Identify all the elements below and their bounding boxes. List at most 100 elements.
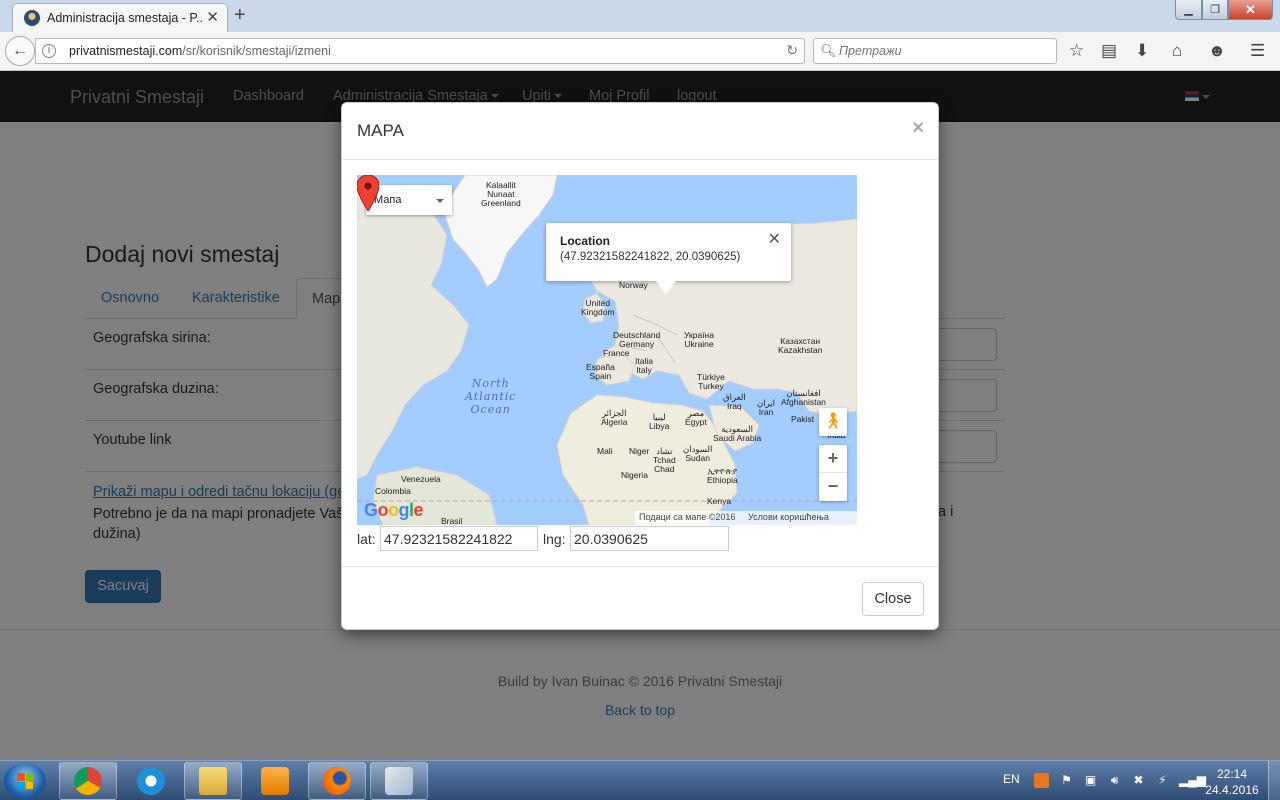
taskbar-media-player[interactable] [246,762,304,800]
map-label-ukraine: Україна Ukraine [684,330,714,349]
search-icon: 🔍︎ [820,43,837,58]
volume-icon[interactable]: 🔊︎ [1107,773,1122,788]
tab-close-icon[interactable]: ✕ [206,8,219,26]
windows-logo-icon [17,773,33,789]
map-info-window: Location (47.92321582241822, 20.0390625)… [546,223,791,295]
downloads-icon[interactable]: ⬇ [1135,41,1149,61]
windows-taskbar: EN ⚑ ▣ 🔊︎ ✖ ⚡︎ ▂▄▆ 22:14 24.4.2016 [0,760,1280,800]
tray-power-icon[interactable]: ⚡︎ [1155,773,1170,788]
back-arrow-icon[interactable]: ← [5,36,35,66]
taskbar-firefox[interactable] [308,762,366,800]
map-label-italy: Italia Italy [635,356,653,375]
browser-search[interactable]: 🔍︎ [813,38,1057,64]
modal-title: MAPA [357,121,404,140]
info-icon[interactable]: i [42,44,56,58]
tab-title: Administracija smestaja - P... [47,11,202,25]
language-indicator[interactable]: EN [1003,772,1020,786]
site-favicon-icon [24,10,40,26]
window-maximize-button[interactable]: ❐ [1202,0,1228,20]
info-window-coords: (47.92321582241822, 20.0390625) [560,251,741,263]
modal-header: MAPA × [342,103,938,160]
menu-hamburger-icon[interactable]: ☰ [1250,41,1265,61]
taskbar-ie[interactable] [122,762,180,800]
zoom-in-button[interactable]: + [819,445,847,473]
clock-time: 22:14 [1216,767,1248,781]
url-text: privatnismestaji.com/sr/korisnik/smestaj… [69,44,331,58]
media-player-icon [261,767,289,795]
reading-list-icon[interactable]: ▤ [1101,41,1117,61]
lng-input[interactable] [570,526,729,551]
map-label-algeria: الجزائر Algeria [601,408,628,427]
map-label-ocean: North Atlantic Ocean [465,377,517,416]
paint-icon [385,767,413,795]
map-label-chad: تشاد Tchad Chad [653,446,676,474]
modal-footer: Close [342,566,938,629]
hello-chat-icon[interactable]: ☻ [1208,41,1226,61]
taskbar-clock[interactable]: 22:14 24.4.2016 [1200,766,1264,798]
map-label-germany: Deutschland Germany [613,330,661,349]
map-label-niger: Niger [629,446,650,456]
map-label-nigeria: Nigeria [621,470,648,480]
taskbar-paint[interactable] [370,762,428,800]
map-label-iran: ایران Iran [757,398,776,417]
map-label-venezuela: Venezuela [401,474,441,484]
map-label-libya: ليبيا Libya [649,412,670,431]
reload-icon[interactable]: ↻ [786,42,798,59]
map-label-saudi: السعودية Saudi Arabia [713,424,762,443]
lng-label: lng: [543,531,566,547]
map-label-afghanistan: افغانستان Afghanistan [781,388,826,407]
folder-icon [199,767,227,795]
map-label-colombia: Colombia [375,486,411,496]
map-attribution: Подаци са мапе ©2016 Услови коришћења [635,511,857,525]
map-label-pakistan: Pakist [791,414,815,424]
map-label-spain: España Spain [586,362,615,381]
tray-app-icon[interactable] [1034,773,1049,788]
map-label-sudan: السودان Sudan [683,444,713,463]
tray-devices-icon[interactable]: ▣ [1083,773,1098,788]
map-label-egypt: مصر Egypt [685,408,707,427]
window-close-button[interactable]: ✕ [1228,0,1273,20]
browser-search-input[interactable] [839,42,1049,60]
info-window-close-icon[interactable]: ✕ [768,229,781,249]
internet-explorer-icon [137,767,165,795]
map-label-norway: Norway [619,280,648,290]
window-minimize-button[interactable]: ▁ [1175,0,1202,20]
firefox-icon [323,767,351,795]
map-label-iraq: العراق Iraq [723,392,746,411]
map-label-ethiopia: ኢትዮጵያ Ethiopia [707,466,738,485]
zoom-out-button[interactable]: − [819,473,847,501]
browser-tab[interactable]: Administracija smestaja - P... ✕ [12,3,228,32]
map-label-kazakhstan: Казахстан Kazakhstan [778,336,823,355]
map-marker-icon[interactable] [357,175,379,211]
new-tab-icon[interactable]: + [234,4,246,27]
show-desktop-button[interactable] [1268,761,1280,800]
browser-toolbar: ← i privatnismestaji.com/sr/korisnik/sme… [0,32,1280,71]
map-terms-link[interactable]: Услови коришћења [748,512,829,522]
map-label-turkey: Türkiye Turkey [697,372,725,391]
info-window-title: Location [560,234,610,248]
home-icon[interactable]: ⌂ [1172,41,1182,61]
url-bar[interactable]: i privatnismestaji.com/sr/korisnik/smest… [35,38,805,64]
modal-close-icon[interactable]: × [912,117,924,140]
bookmark-star-icon[interactable]: ☆ [1069,41,1084,61]
taskbar-chrome[interactable] [59,762,117,800]
lat-input[interactable] [380,526,538,551]
tray-flag-error-icon[interactable]: ✖ [1131,773,1146,788]
clock-date: 24.4.2016 [1205,783,1259,797]
taskbar-explorer[interactable] [184,762,242,800]
street-view-pegman-icon[interactable]: 🚶︎ [819,408,847,436]
map-label-france: France [603,348,630,358]
chrome-icon [74,767,102,795]
google-logo[interactable]: Google [364,500,424,521]
map-data-attribution[interactable]: Подаци са мапе ©2016 [639,512,735,522]
map-modal: MAPA × Kalaallit Nunaat Greenland Norway… [341,102,939,630]
close-button[interactable]: Close [862,582,924,616]
map-label-kenya: Kenya [707,496,732,506]
google-map[interactable]: Kalaallit Nunaat Greenland Norway United… [357,175,857,525]
signal-bars-icon[interactable]: ▂▄▆ [1179,773,1206,788]
lat-label: lat: [357,531,376,547]
map-zoom-control: + − [819,445,847,501]
tray-network-error-icon[interactable]: ⚑ [1059,773,1074,788]
start-button[interactable] [4,763,46,799]
browser-titlebar: Administracija smestaja - P... ✕ + ▁ ❐ ✕ [0,0,1280,32]
